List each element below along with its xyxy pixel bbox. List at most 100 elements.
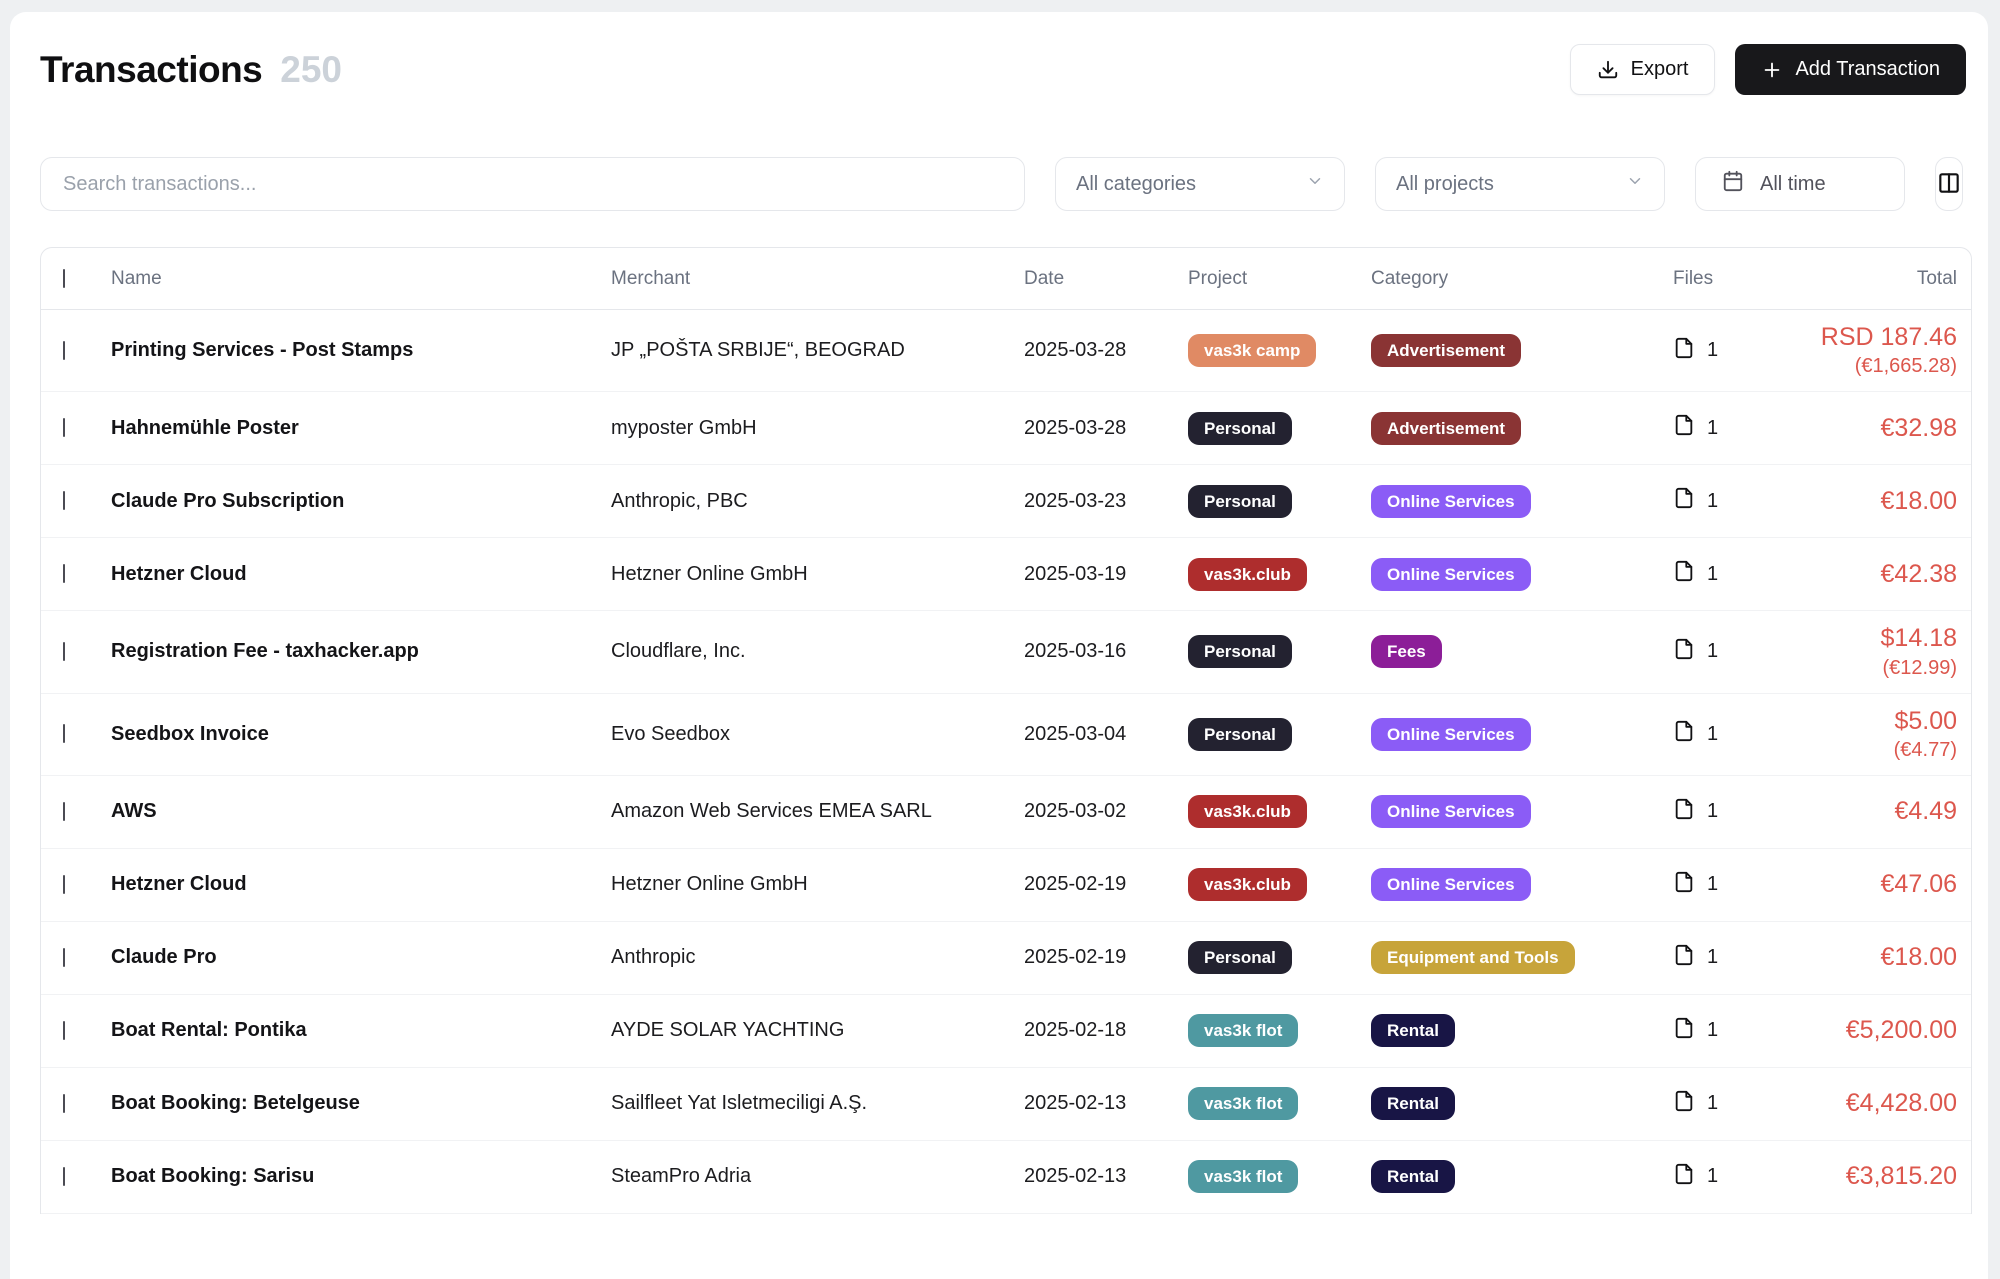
file-icon <box>1673 944 1695 972</box>
transaction-merchant: Evo Seedbox <box>611 723 1024 746</box>
transaction-total: $5.00 <box>1801 706 1957 737</box>
file-icon <box>1673 798 1695 826</box>
file-count: 1 <box>1707 339 1718 362</box>
transaction-date: 2025-03-23 <box>1024 490 1188 513</box>
project-badge: vas3k.club <box>1188 795 1307 828</box>
row-checkbox[interactable] <box>63 724 65 743</box>
file-count: 1 <box>1707 873 1718 896</box>
file-count: 1 <box>1707 723 1718 746</box>
transaction-name: Registration Fee - taxhacker.app <box>111 640 611 663</box>
table-row[interactable]: AWS Amazon Web Services EMEA SARL 2025-0… <box>41 776 1971 849</box>
transaction-date: 2025-03-16 <box>1024 640 1188 663</box>
category-badge: Fees <box>1371 635 1442 668</box>
transaction-merchant: Anthropic <box>611 946 1024 969</box>
transaction-date: 2025-03-28 <box>1024 339 1188 362</box>
transaction-merchant: myposter GmbH <box>611 417 1024 440</box>
column-header-total: Total <box>1801 268 1971 290</box>
table-row[interactable]: Boat Rental: Pontika AYDE SOLAR YACHTING… <box>41 995 1971 1068</box>
transactions-page: Transactions 250 Export Add Transaction <box>10 12 1988 1279</box>
category-badge: Online Services <box>1371 718 1531 751</box>
chevron-down-icon <box>1306 172 1324 196</box>
table-header-row: Name Merchant Date Project Category File… <box>41 248 1971 310</box>
file-icon <box>1673 1090 1695 1118</box>
row-checkbox[interactable] <box>63 1167 65 1186</box>
file-icon <box>1673 638 1695 666</box>
export-button[interactable]: Export <box>1570 44 1716 95</box>
project-badge: vas3k flot <box>1188 1087 1298 1120</box>
table-row[interactable]: Hetzner Cloud Hetzner Online GmbH 2025-0… <box>41 849 1971 922</box>
time-range-filter[interactable]: All time <box>1695 157 1905 211</box>
page-title: Transactions <box>40 49 262 91</box>
table-row[interactable]: Hetzner Cloud Hetzner Online GmbH 2025-0… <box>41 538 1971 611</box>
file-icon <box>1673 487 1695 515</box>
search-input[interactable] <box>63 173 1002 196</box>
transaction-merchant: JP „POŠTA SRBIJE“, BEOGRAD <box>611 339 1024 362</box>
row-checkbox[interactable] <box>63 642 65 661</box>
table-row[interactable]: Registration Fee - taxhacker.app Cloudfl… <box>41 611 1971 693</box>
categories-filter[interactable]: All categories <box>1055 157 1345 211</box>
column-header-date: Date <box>1024 268 1188 290</box>
table-row[interactable]: Hahnemühle Poster myposter GmbH 2025-03-… <box>41 392 1971 465</box>
chevron-down-icon <box>1626 172 1644 196</box>
table-row[interactable]: Seedbox Invoice Evo Seedbox 2025-03-04 P… <box>41 694 1971 776</box>
table-row[interactable]: Claude Pro Subscription Anthropic, PBC 2… <box>41 465 1971 538</box>
transaction-merchant: Amazon Web Services EMEA SARL <box>611 800 1024 823</box>
row-checkbox[interactable] <box>63 1094 65 1113</box>
transaction-date: 2025-03-04 <box>1024 723 1188 746</box>
download-icon <box>1597 59 1619 81</box>
row-checkbox[interactable] <box>63 875 65 894</box>
table-row[interactable]: Printing Services - Post Stamps JP „POŠT… <box>41 310 1971 392</box>
transaction-merchant: Cloudflare, Inc. <box>611 640 1024 663</box>
column-header-merchant: Merchant <box>611 268 1024 290</box>
column-visibility-button[interactable] <box>1935 157 1963 211</box>
project-badge: vas3k flot <box>1188 1160 1298 1193</box>
transaction-total: RSD 187.46 <box>1801 322 1957 353</box>
table-row[interactable]: Boat Booking: Betelgeuse Sailfleet Yat I… <box>41 1068 1971 1141</box>
projects-filter[interactable]: All projects <box>1375 157 1665 211</box>
category-badge: Advertisement <box>1371 334 1521 367</box>
row-checkbox[interactable] <box>63 1021 65 1040</box>
project-badge: Personal <box>1188 718 1292 751</box>
category-badge: Online Services <box>1371 558 1531 591</box>
transaction-date: 2025-02-19 <box>1024 873 1188 896</box>
table-body: Printing Services - Post Stamps JP „POŠT… <box>41 310 1971 1214</box>
transaction-name: Printing Services - Post Stamps <box>111 339 611 362</box>
transaction-name: Boat Rental: Pontika <box>111 1019 611 1042</box>
transactions-count: 250 <box>280 49 342 91</box>
row-checkbox[interactable] <box>63 564 65 583</box>
category-badge: Online Services <box>1371 485 1531 518</box>
topbar: Transactions 250 Export Add Transaction <box>30 36 1968 95</box>
transaction-name: Claude Pro Subscription <box>111 490 611 513</box>
file-count: 1 <box>1707 640 1718 663</box>
time-range-value: All time <box>1760 173 1826 196</box>
table-row[interactable]: Boat Booking: Sarisu SteamPro Adria 2025… <box>41 1141 1971 1214</box>
transaction-merchant: AYDE SOLAR YACHTING <box>611 1019 1024 1042</box>
category-badge: Rental <box>1371 1160 1455 1193</box>
row-checkbox[interactable] <box>63 341 65 360</box>
transaction-total: €47.06 <box>1801 869 1957 900</box>
add-transaction-button[interactable]: Add Transaction <box>1735 44 1966 95</box>
row-checkbox[interactable] <box>63 418 65 437</box>
category-badge: Rental <box>1371 1087 1455 1120</box>
row-checkbox[interactable] <box>63 802 65 821</box>
file-count: 1 <box>1707 490 1718 513</box>
row-checkbox[interactable] <box>63 491 65 510</box>
projects-filter-value: All projects <box>1396 173 1494 196</box>
transaction-total-converted: (€1,665.28) <box>1801 353 1957 379</box>
file-count: 1 <box>1707 1165 1718 1188</box>
project-badge: vas3k camp <box>1188 334 1316 367</box>
transaction-merchant: Hetzner Online GmbH <box>611 563 1024 586</box>
column-header-category: Category <box>1371 268 1673 290</box>
plus-icon <box>1761 59 1783 81</box>
transaction-name: Hahnemühle Poster <box>111 417 611 440</box>
file-icon <box>1673 337 1695 365</box>
transaction-total: €3,815.20 <box>1801 1161 1957 1192</box>
file-count: 1 <box>1707 1092 1718 1115</box>
select-all-checkbox[interactable] <box>63 269 65 288</box>
transaction-date: 2025-02-19 <box>1024 946 1188 969</box>
row-checkbox[interactable] <box>63 948 65 967</box>
project-badge: vas3k.club <box>1188 558 1307 591</box>
table-row[interactable]: Claude Pro Anthropic 2025-02-19 Personal… <box>41 922 1971 995</box>
transaction-name: Hetzner Cloud <box>111 563 611 586</box>
file-count: 1 <box>1707 563 1718 586</box>
